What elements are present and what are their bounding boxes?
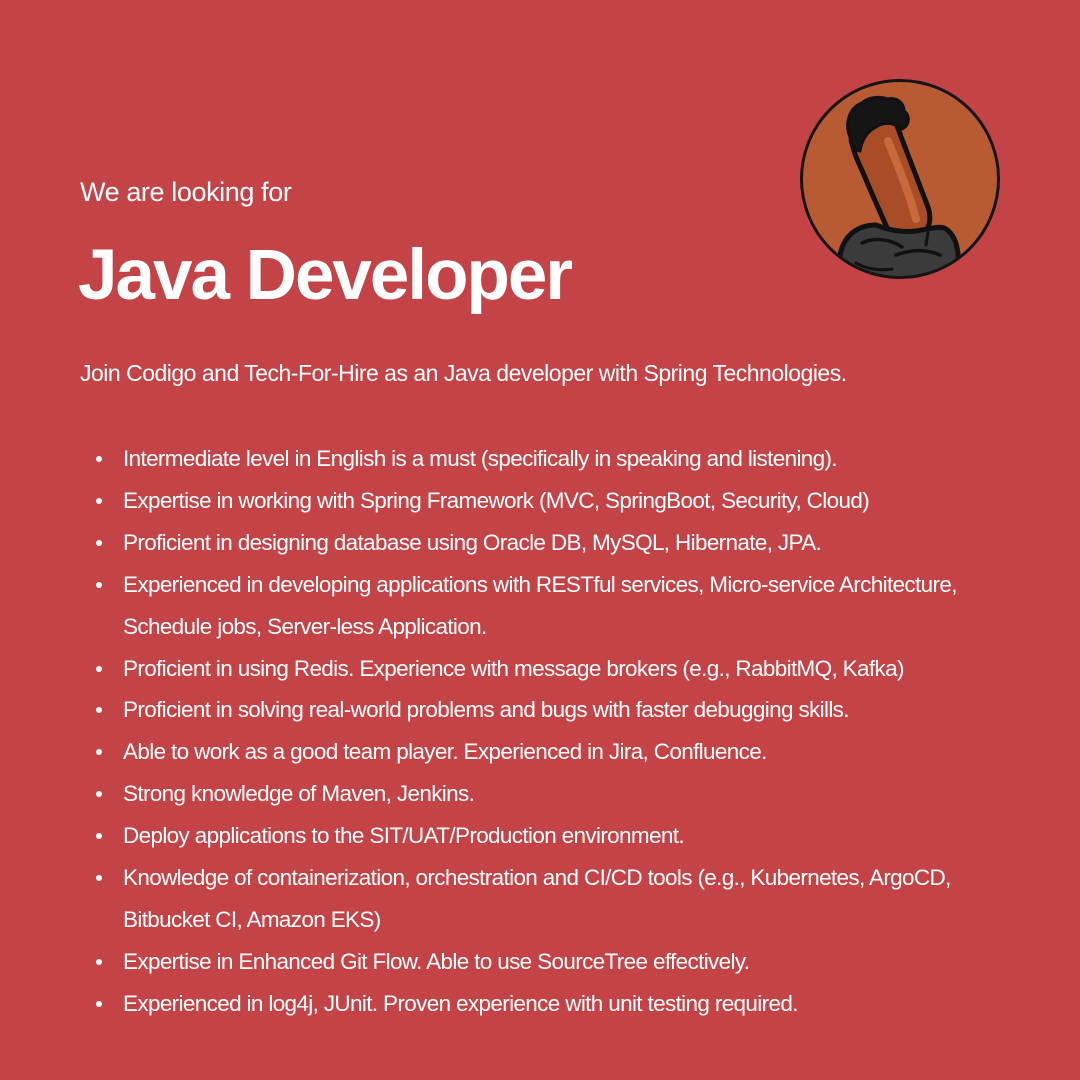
eyebrow-text: We are looking for	[80, 177, 292, 207]
requirement-item: Proficient in using Redis. Experience wi…	[96, 648, 1016, 690]
requirement-text: Strong knowledge of Maven, Jenkins.	[123, 781, 475, 807]
requirement-item: Deploy applications to the SIT/UAT/Produ…	[96, 815, 1016, 857]
bullet-icon	[96, 958, 102, 965]
requirement-item: Strong knowledge of Maven, Jenkins.	[96, 773, 1016, 815]
requirement-text: Able to work as a good team player. Expe…	[123, 739, 767, 765]
requirement-text: Proficient in using Redis. Experience wi…	[123, 655, 904, 681]
bullet-icon	[96, 791, 102, 798]
requirement-text: Proficient in solving real-world problem…	[123, 697, 850, 723]
bullet-icon	[96, 497, 102, 504]
bullet-icon	[96, 833, 102, 840]
requirement-item: Knowledge of containerization, orchestra…	[96, 857, 1016, 941]
requirement-item: Proficient in solving real-world problem…	[96, 689, 1016, 731]
avatar	[800, 79, 1000, 279]
bullet-icon	[96, 707, 102, 714]
bullet-icon	[96, 665, 102, 672]
requirement-item: Able to work as a good team player. Expe…	[96, 731, 1016, 773]
bullet-icon	[96, 581, 102, 588]
requirement-text: Expertise in working with Spring Framewo…	[123, 487, 870, 513]
requirement-text: Experienced in developing applications w…	[123, 571, 957, 639]
requirement-item: Experienced in log4j, JUnit. Proven expe…	[96, 983, 1016, 1025]
requirement-item: Intermediate level in English is a must …	[96, 438, 1016, 480]
requirement-item: Experienced in developing applications w…	[96, 564, 1016, 648]
bullet-icon	[96, 749, 102, 756]
requirement-item: Expertise in Enhanced Git Flow. Able to …	[96, 941, 1016, 983]
bullet-icon	[96, 1000, 102, 1007]
bullet-icon	[96, 456, 102, 462]
long-head-character-icon	[800, 79, 1000, 279]
requirement-text: Proficient in designing database using O…	[123, 529, 822, 555]
requirements-list: Intermediate level in English is a must …	[96, 438, 1016, 1025]
bullet-icon	[96, 539, 102, 546]
page-title: Java Developer	[78, 236, 573, 315]
requirement-text: Experienced in log4j, JUnit. Proven expe…	[123, 990, 798, 1016]
requirement-text: Expertise in Enhanced Git Flow. Able to …	[123, 948, 750, 974]
bullet-icon	[96, 875, 102, 882]
requirement-text: Knowledge of containerization, orchestra…	[123, 865, 951, 932]
intro-text: Join Codigo and Tech-For-Hire as an Java…	[80, 360, 847, 386]
requirement-item: Expertise in working with Spring Framewo…	[96, 480, 1016, 522]
requirement-text: Deploy applications to the SIT/UAT/Produ…	[123, 823, 685, 849]
requirement-item: Proficient in designing database using O…	[96, 522, 1016, 564]
requirement-text: Intermediate level in English is a must …	[123, 446, 838, 471]
